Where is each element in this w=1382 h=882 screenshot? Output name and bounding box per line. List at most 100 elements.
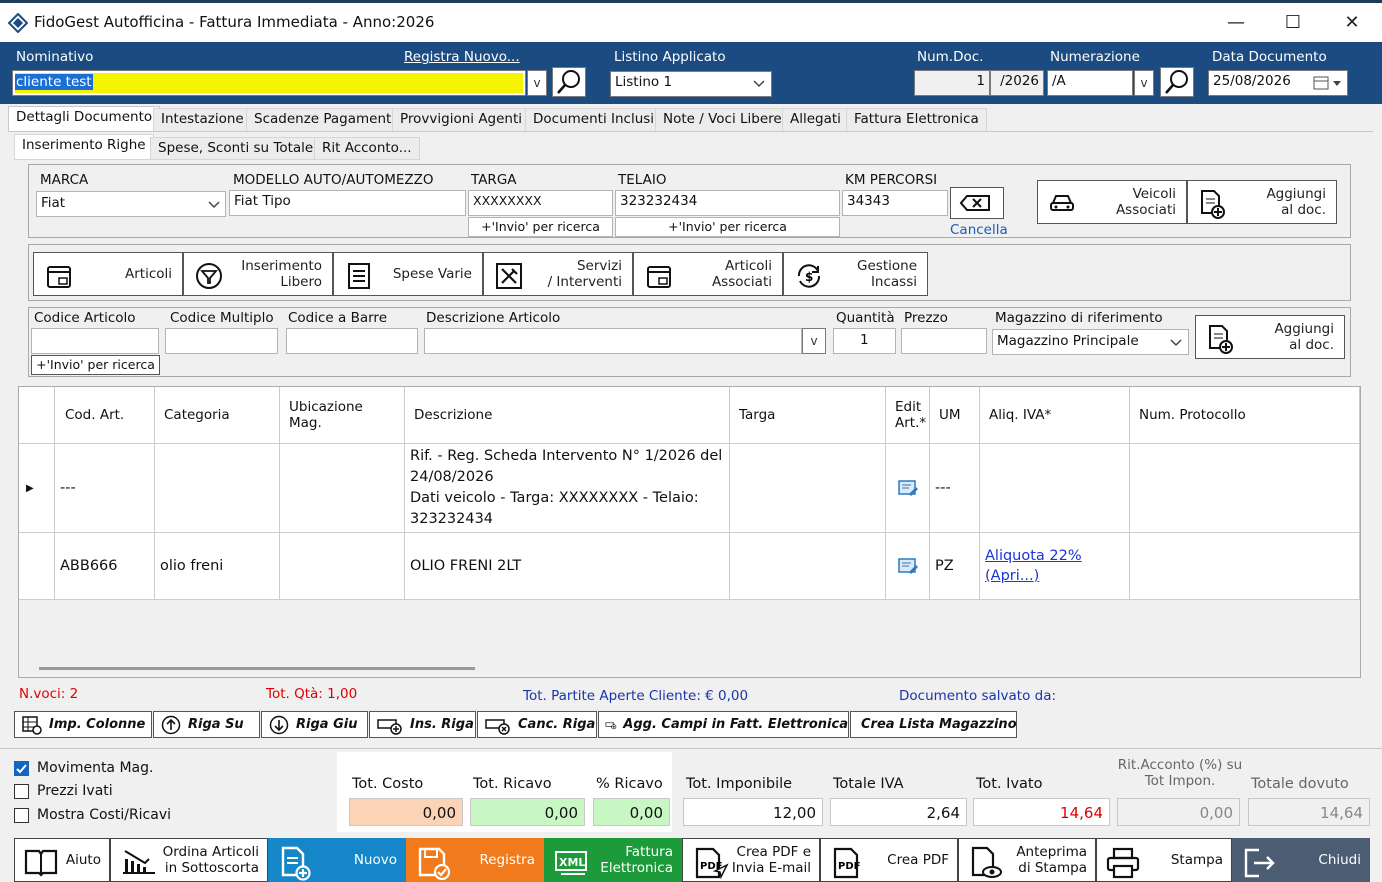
servizi-interventi-button[interactable]: Servizi / Interventi	[483, 252, 633, 296]
movimenta-mag-checkbox[interactable]: Movimenta Mag.	[14, 760, 153, 776]
aiuto-button[interactable]: Aiuto	[14, 838, 110, 882]
stampa-button[interactable]: Stampa	[1096, 838, 1232, 882]
grid-header-num-protocollo[interactable]: Num. Protocollo	[1130, 387, 1360, 444]
grid-header-categoria[interactable]: Categoria	[155, 387, 280, 444]
canc-riga-button[interactable]: Canc. Riga	[477, 711, 597, 738]
cell-descrizione[interactable]: Rif. - Reg. Scheda Intervento N° 1/2026 …	[405, 444, 730, 533]
grid-header-cod-art[interactable]: Cod. Art.	[55, 387, 155, 444]
grid-header-descrizione[interactable]: Descrizione	[405, 387, 730, 444]
cancella-label[interactable]: Cancella	[950, 222, 1008, 238]
imp-colonne-button[interactable]: Imp. Colonne	[14, 711, 152, 738]
codice-articolo-input[interactable]	[31, 328, 159, 354]
articoli-button[interactable]: Articoli	[33, 252, 183, 296]
subtab-rit-acconto[interactable]: Rit Acconto...	[314, 137, 420, 160]
ins-riga-button[interactable]: Ins. Riga	[369, 711, 476, 738]
fattura-elettronica-button[interactable]: XML Fattura Elettronica	[544, 838, 682, 882]
cell-targa[interactable]	[730, 533, 886, 600]
cell-categoria[interactable]	[155, 444, 280, 533]
telaio-input[interactable]: 323232434	[615, 190, 840, 216]
numerazione-search-button[interactable]	[1160, 67, 1194, 97]
agg-campi-fatt-elettronica-button[interactable]: Agg. Campi in Fatt. Elettronica	[598, 711, 849, 738]
ordina-articoli-button[interactable]: Ordina Articoli in Sottoscorta	[110, 838, 268, 882]
cell-ubicazione[interactable]	[280, 444, 405, 533]
articoli-associati-button[interactable]: Articoli Associati	[633, 252, 783, 296]
nominativo-dropdown[interactable]: v	[527, 70, 547, 96]
nominativo-search-button[interactable]	[552, 67, 586, 97]
cell-num-protocollo[interactable]	[1130, 533, 1360, 600]
grid-header-targa[interactable]: Targa	[730, 387, 886, 444]
cell-cod-art[interactable]: ABB666	[55, 533, 155, 600]
magazzino-select[interactable]: Magazzino Principale	[992, 329, 1189, 355]
modello-input[interactable]: Fiat Tipo	[229, 190, 466, 216]
numerazione-input[interactable]: /A	[1047, 70, 1133, 96]
targa-input[interactable]: XXXXXXXX	[468, 190, 613, 216]
tab-fattura-elettronica[interactable]: Fattura Elettronica	[846, 108, 987, 132]
numdoc-label: Num.Doc.	[917, 49, 984, 65]
tab-scadenze-pagamenti[interactable]: Scadenze Pagamenti	[246, 108, 404, 132]
codice-multiplo-input[interactable]	[165, 328, 278, 354]
grid-header-ubicazione[interactable]: Ubicazione Mag.	[280, 387, 405, 444]
tab-documenti-inclusi[interactable]: Documenti Inclusi	[525, 108, 663, 132]
nominativo-input[interactable]: cliente test	[12, 70, 526, 96]
crea-lista-magazzino-button[interactable]: Crea Lista Magazzino	[850, 711, 1017, 738]
marca-select[interactable]: Fiat	[36, 191, 226, 217]
cell-categoria[interactable]: olio freni	[155, 533, 280, 600]
cell-descrizione[interactable]: OLIO FRENI 2LT	[405, 533, 730, 600]
prezzo-input[interactable]	[901, 328, 987, 354]
crea-pdf-email-button[interactable]: PDF Crea PDF e Invia E-mail	[682, 838, 820, 882]
mostra-costi-ricavi-checkbox[interactable]: Mostra Costi/Ricavi	[14, 807, 171, 823]
registra-button[interactable]: Registra	[406, 838, 544, 882]
registra-nuovo-link[interactable]: Registra Nuovo...	[404, 49, 520, 65]
row-selector[interactable]: ▶	[19, 444, 55, 533]
cell-aliq-iva[interactable]	[980, 444, 1130, 533]
cell-num-protocollo[interactable]	[1130, 444, 1360, 533]
subtab-inserimento-righe[interactable]: Inserimento Righe	[14, 134, 154, 160]
cell-edit-art[interactable]	[886, 444, 930, 533]
veicoli-associati-button[interactable]: Veicoli Associati	[1037, 180, 1187, 224]
chiudi-button[interactable]: Chiudi	[1232, 838, 1370, 882]
grid-header-edit-art[interactable]: Edit Art.*	[886, 387, 930, 444]
prezzi-ivati-checkbox[interactable]: Prezzi Ivati	[14, 783, 113, 799]
cell-ubicazione[interactable]	[280, 533, 405, 600]
cell-edit-art[interactable]	[886, 533, 930, 600]
row-selector[interactable]	[19, 533, 55, 600]
aggiungi-veicolo-button[interactable]: Aggiungi al doc.	[1187, 180, 1337, 224]
crea-pdf-button[interactable]: PDF Crea PDF	[820, 838, 958, 882]
tab-allegati[interactable]: Allegati	[782, 108, 849, 132]
spese-varie-button[interactable]: Spese Varie	[333, 252, 483, 296]
cell-um[interactable]: ---	[930, 444, 980, 533]
inserimento-libero-button[interactable]: Inserimento Libero	[183, 252, 333, 296]
minimize-button[interactable]: —	[1224, 11, 1248, 35]
close-window-button[interactable]: ✕	[1340, 11, 1364, 35]
tab-note-voci-libere[interactable]: Note / Voci Libere	[655, 108, 790, 132]
cell-cod-art[interactable]: ---	[55, 444, 155, 533]
cell-um[interactable]: PZ	[930, 533, 980, 600]
gestione-incassi-button[interactable]: $ Gestione Incassi	[783, 252, 928, 296]
aggiungi-articolo-button[interactable]: Aggiungi al doc.	[1195, 315, 1345, 359]
cell-targa[interactable]	[730, 444, 886, 533]
numdoc-input[interactable]: 1	[914, 70, 990, 96]
descrizione-dropdown[interactable]: v	[802, 328, 826, 354]
quantita-input[interactable]: 1	[833, 328, 896, 354]
grid-header-aliq-iva[interactable]: Aliq. IVA*	[980, 387, 1130, 444]
nuovo-button[interactable]: Nuovo	[268, 838, 406, 882]
numerazione-dropdown[interactable]: v	[1134, 70, 1154, 96]
cancella-button[interactable]	[950, 187, 1004, 219]
riga-giu-button[interactable]: Riga Giu	[261, 711, 368, 738]
listino-select[interactable]: Listino 1	[610, 71, 772, 97]
tab-provvigioni-agenti[interactable]: Provvigioni Agenti	[392, 108, 531, 132]
grid-header-um[interactable]: UM	[930, 387, 980, 444]
maximize-button[interactable]: ☐	[1281, 11, 1305, 35]
anteprima-stampa-button[interactable]: Anteprima di Stampa	[958, 838, 1096, 882]
horizontal-scrollbar[interactable]	[39, 667, 475, 670]
descrizione-articolo-input[interactable]	[424, 328, 802, 354]
codice-barre-input[interactable]	[286, 328, 418, 354]
subtab-spese-sconti[interactable]: Spese, Sconti su Totale	[150, 137, 322, 160]
km-input[interactable]: 34343	[842, 190, 948, 216]
agg-campi-label: Agg. Campi in Fatt. Elettronica	[623, 717, 848, 732]
aliquota-iva-link[interactable]: Aliquota 22% (Apri...)	[980, 533, 1130, 600]
riga-su-button[interactable]: Riga Su	[153, 711, 260, 738]
tab-dettagli-documento[interactable]: Dettagli Documento	[8, 106, 161, 132]
data-documento-picker[interactable]: 25/08/2026	[1208, 70, 1348, 96]
tab-intestazione[interactable]: Intestazione	[153, 108, 252, 132]
